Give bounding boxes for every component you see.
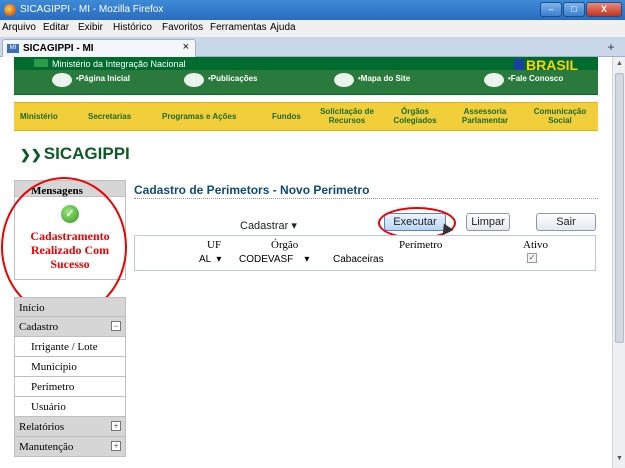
menu-ajuda[interactable]: Ajuda	[270, 22, 296, 33]
expand-icon[interactable]: +	[111, 441, 121, 451]
menu-bar: Arquivo Editar Exibir Histórico Favorito…	[0, 20, 625, 37]
highlight-circle-message	[1, 177, 127, 317]
header-ativo: Ativo	[523, 239, 549, 251]
tab-close-icon[interactable]: ×	[183, 41, 189, 53]
sidebar-item-label: Perímetro	[31, 381, 75, 393]
brand-title: ❯❯ SICAGIPPI	[20, 144, 130, 164]
title-divider	[134, 198, 598, 199]
nav-ministerio[interactable]: Ministério	[20, 112, 58, 121]
sidebar-item-manutencao[interactable]: Manutenção +	[14, 437, 126, 457]
nav-solicitacao-recursos[interactable]: Solicitação de Recursos	[312, 107, 382, 125]
minimize-button[interactable]: –	[540, 2, 562, 17]
menu-favoritos[interactable]: Favoritos	[162, 22, 203, 33]
sidebar-item-label: Relatórios	[19, 421, 65, 433]
nav-comunicacao-social[interactable]: Comunicação Social	[526, 107, 594, 125]
window-title: SICAGIPPI - MI - Mozilla Firefox	[20, 4, 164, 15]
site-favicon-icon: MI	[7, 44, 19, 53]
sidebar-item-usuario[interactable]: Usuário	[14, 397, 126, 417]
nav-secretarias[interactable]: Secretarias	[88, 112, 131, 121]
sidebar-item-label: Manutenção	[19, 441, 74, 453]
scroll-up-icon[interactable]: ▲	[616, 60, 623, 67]
brazil-flag-icon	[34, 59, 48, 67]
ministry-name: Ministério da Integração Nacional	[52, 59, 186, 69]
cadastrar-dropdown[interactable]: Cadastrar ▾	[240, 219, 297, 232]
limpar-button[interactable]: Limpar	[466, 213, 510, 231]
brand-text: SICAGIPPI	[43, 144, 130, 163]
contact-icon	[484, 73, 504, 87]
page-content: Ministério da Integração Nacional BRASIL…	[0, 57, 612, 468]
new-tab-icon[interactable]: +	[604, 41, 618, 55]
nav-programas-acoes[interactable]: Programas e Ações	[162, 112, 236, 121]
sidebar-item-label: Município	[31, 361, 77, 373]
tab-bar: MI SICAGIPPI - MI × +	[0, 37, 625, 57]
close-window-button[interactable]: X	[586, 2, 622, 17]
sidebar-item-inicio[interactable]: Início	[14, 297, 126, 317]
link-mapa-do-site[interactable]: •Mapa do Site	[358, 74, 410, 83]
nav-orgaos-colegiados[interactable]: Órgãos Colegiados	[388, 107, 442, 125]
orgao-value: CODEVASF	[239, 254, 294, 265]
sidebar-item-relatorios[interactable]: Relatórios +	[14, 417, 126, 437]
gov-header: Ministério da Integração Nacional BRASIL…	[14, 57, 598, 95]
publications-icon	[184, 73, 204, 87]
sidebar-item-label: Início	[19, 302, 45, 314]
menu-editar[interactable]: Editar	[43, 22, 69, 33]
menu-ferramentas[interactable]: Ferramentas	[210, 22, 267, 33]
link-fale-conosco[interactable]: •Fale Conosco	[508, 74, 563, 83]
brand-arrows-icon: ❯❯	[20, 147, 42, 162]
menu-historico[interactable]: Histórico	[113, 22, 152, 33]
header-perimetro: Perímetro	[399, 239, 443, 251]
perimetro-input[interactable]: Cabaceiras	[333, 254, 384, 265]
sidebar-item-irrigante-lote[interactable]: Irrigante / Lote	[14, 337, 126, 357]
collapse-icon[interactable]: −	[111, 321, 121, 331]
page-scrollbar[interactable]: ▲ ▼	[612, 57, 625, 468]
ativo-checkbox[interactable]: ✓	[527, 253, 537, 263]
sidebar-item-perimetro[interactable]: Perímetro	[14, 377, 126, 397]
nav-fundos[interactable]: Fundos	[272, 112, 301, 121]
header-orgao: Órgão	[271, 239, 299, 251]
expand-icon[interactable]: +	[111, 421, 121, 431]
sidebar-item-municipio[interactable]: Município	[14, 357, 126, 377]
sidebar-menu: Início Cadastro − Irrigante / Lote Municí…	[14, 297, 126, 457]
sitemap-icon	[334, 73, 354, 87]
sidebar-item-label: Usuário	[31, 401, 66, 413]
page-title: Cadastro de Perimetors - Novo Perimetro	[134, 183, 370, 197]
uf-value: AL	[199, 254, 211, 265]
scrollbar-thumb[interactable]	[615, 73, 624, 343]
sidebar-item-label: Irrigante / Lote	[31, 341, 98, 353]
window-titlebar: SICAGIPPI - MI - Mozilla Firefox – □ X	[0, 0, 625, 20]
sidebar-item-cadastro[interactable]: Cadastro −	[14, 317, 126, 337]
sair-button[interactable]: Sair	[536, 213, 596, 231]
header-uf: UF	[207, 239, 222, 251]
link-pagina-inicial[interactable]: •Página Inicial	[76, 74, 130, 83]
main-nav: Ministério Secretarias Programas e Ações…	[14, 102, 598, 131]
tab-title: SICAGIPPI - MI	[23, 43, 94, 54]
menu-exibir[interactable]: Exibir	[78, 22, 103, 33]
home-icon	[52, 73, 72, 87]
firefox-icon	[4, 4, 16, 16]
perimetro-grid: UF Órgão Perímetro Ativo AL ▾ CODEVASF ▾…	[134, 235, 596, 271]
orgao-select[interactable]: CODEVASF ▾	[239, 254, 309, 265]
uf-select[interactable]: AL ▾	[199, 254, 221, 265]
sidebar-item-label: Cadastro	[19, 321, 59, 333]
link-publicacoes[interactable]: •Publicações	[208, 74, 258, 83]
menu-arquivo[interactable]: Arquivo	[2, 22, 36, 33]
tab-sicagippi[interactable]: MI SICAGIPPI - MI ×	[2, 39, 196, 57]
nav-assessoria-parlamentar[interactable]: Assessoria Parlamentar	[454, 107, 516, 125]
maximize-button[interactable]: □	[563, 2, 585, 17]
gov-links-bar: •Página Inicial •Publicações •Mapa do Si…	[14, 70, 598, 94]
scroll-down-icon[interactable]: ▼	[616, 455, 623, 462]
